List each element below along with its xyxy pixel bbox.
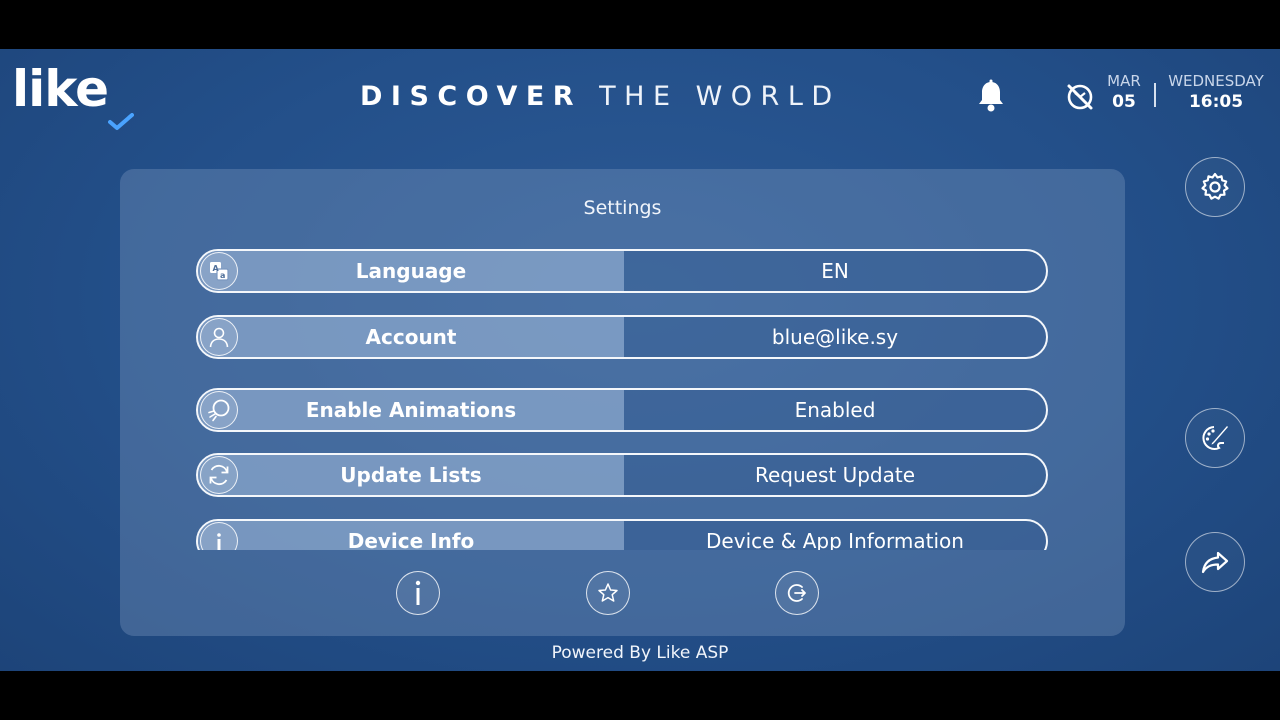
- gear-icon: [1201, 172, 1229, 200]
- info-button[interactable]: [396, 571, 440, 615]
- panel-title: Settings: [583, 197, 662, 219]
- app-screen: like DISCOVER THE WORLD MAR 05 WEDNESDAY…: [0, 49, 1280, 671]
- check-icon: [108, 113, 134, 130]
- row-label: Device Info: [347, 529, 475, 550]
- user-icon: [200, 318, 238, 356]
- letterbox-top: [0, 0, 1280, 49]
- date-block: MAR 05: [1104, 71, 1144, 113]
- logo-text: like: [12, 60, 109, 118]
- svg-text:A: A: [213, 264, 220, 273]
- time-block: WEDNESDAY 16:05: [1162, 71, 1270, 113]
- setting-row-language[interactable]: A a Language EN: [196, 249, 1048, 293]
- row-label: Language: [355, 259, 467, 283]
- translate-icon: A a: [200, 252, 238, 290]
- header-title-light: THE WORLD: [599, 81, 841, 112]
- date-divider: [1154, 83, 1156, 107]
- setting-row-device-info[interactable]: Device Info Device & App Information: [196, 519, 1048, 550]
- share-button[interactable]: [1185, 532, 1245, 592]
- svg-text:a: a: [220, 271, 225, 280]
- letterbox-bottom: [0, 671, 1280, 720]
- row-label: Update Lists: [340, 463, 482, 487]
- setting-row-update-lists[interactable]: Update Lists Request Update: [196, 453, 1048, 497]
- refresh-icon: [200, 456, 238, 494]
- footer-powered-by: Powered By Like ASP: [551, 643, 729, 663]
- date-day: 05: [1112, 92, 1136, 112]
- app-logo: like: [12, 60, 142, 130]
- star-icon: [598, 583, 618, 602]
- setting-row-animations[interactable]: Enable Animations Enabled: [196, 388, 1048, 432]
- theme-button[interactable]: [1185, 408, 1245, 468]
- header-title-bold: DISCOVER: [360, 81, 583, 112]
- share-arrow-icon: [1201, 551, 1229, 574]
- bell-icon[interactable]: [975, 79, 1007, 113]
- clock-time: 16:05: [1188, 92, 1244, 112]
- row-label: Enable Animations: [305, 398, 517, 422]
- info-icon: [415, 580, 421, 605]
- row-value: Request Update: [754, 463, 916, 487]
- favorites-button[interactable]: [586, 571, 630, 615]
- logout-icon: [787, 584, 806, 602]
- row-value: EN: [821, 259, 849, 283]
- settings-list[interactable]: A a Language EN Account blue@like.sy Ena…: [196, 249, 1050, 550]
- row-value: blue@like.sy: [771, 325, 899, 349]
- setting-row-account[interactable]: Account blue@like.sy: [196, 315, 1048, 359]
- date-month: MAR: [1107, 72, 1141, 90]
- palette-brush-icon: [1202, 426, 1228, 450]
- row-label: Account: [365, 325, 457, 349]
- row-value: Device & App Information: [706, 529, 964, 550]
- logout-button[interactable]: [775, 571, 819, 615]
- settings-panel: Settings A a Language EN Account blue@li…: [120, 169, 1125, 636]
- row-value: Enabled: [794, 398, 876, 422]
- header-title: DISCOVER THE WORLD: [360, 79, 880, 115]
- animation-icon: [200, 391, 238, 429]
- settings-button[interactable]: [1185, 157, 1245, 217]
- sync-off-icon: [1067, 84, 1093, 110]
- weekday-label: WEDNESDAY: [1168, 72, 1264, 90]
